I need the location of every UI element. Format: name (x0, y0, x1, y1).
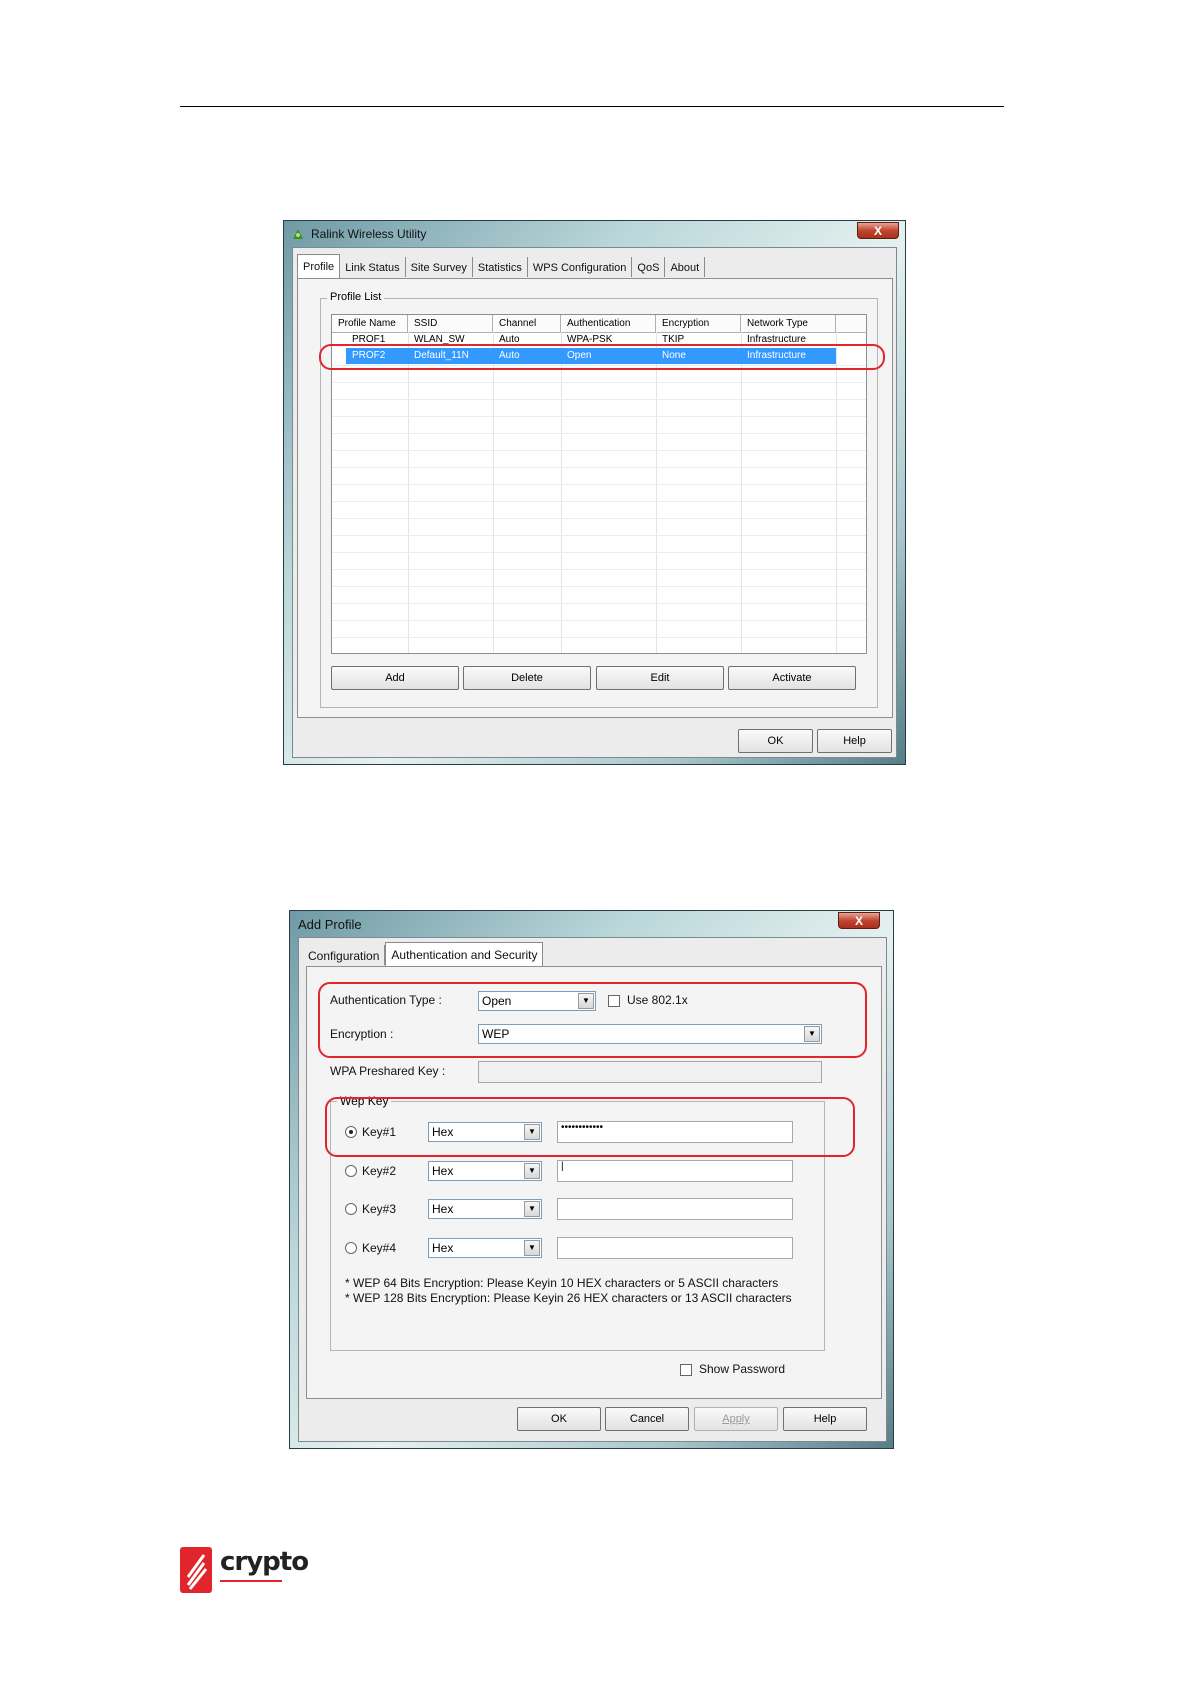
activate-button[interactable]: Activate (728, 666, 856, 690)
key4-format-value: Hex (432, 1241, 454, 1255)
key3-label: Key#3 (362, 1202, 397, 1216)
add-profile-cancel-button[interactable]: Cancel (605, 1407, 689, 1431)
wireless-app-icon (293, 229, 303, 239)
highlight-selected-profile (319, 344, 885, 370)
table-grid-line (408, 332, 409, 653)
utility-close-button[interactable]: X (857, 222, 899, 239)
utility-title: Ralink Wireless Utility (311, 227, 427, 241)
utility-help-button[interactable]: Help (817, 729, 892, 753)
wpa-preshared-key-input[interactable] (478, 1061, 822, 1083)
profile-list-label: Profile List (327, 291, 385, 303)
column-header-channel[interactable]: Channel (493, 315, 561, 332)
show-password-checkbox[interactable] (680, 1364, 692, 1376)
delete-button[interactable]: Delete (463, 666, 591, 690)
add-button[interactable]: Add (331, 666, 459, 690)
key4-input[interactable] (557, 1237, 793, 1259)
tab-about[interactable]: About (665, 257, 706, 277)
key3-input[interactable] (557, 1198, 793, 1220)
key4-label: Key#4 (362, 1241, 397, 1255)
ralink-utility-window: Ralink Wireless Utility X Profile Link S… (283, 220, 906, 765)
tab-site-survey[interactable]: Site Survey (406, 257, 473, 277)
utility-client: Profile Link Status Site Survey Statisti… (292, 247, 897, 758)
add-profile-tabs: Configuration Authentication and Securit… (303, 942, 544, 967)
key2-format-select[interactable]: Hex ▼ (428, 1161, 542, 1181)
key3-format-value: Hex (432, 1202, 454, 1216)
column-header-network-type[interactable]: Network Type (741, 315, 836, 332)
tab-authentication-security[interactable]: Authentication and Security (385, 942, 544, 967)
table-grid-line (332, 620, 866, 621)
key2-label: Key#2 (362, 1164, 397, 1178)
profile-table-header: Profile Name SSID Channel Authentication… (332, 315, 866, 333)
add-profile-titlebar: Add Profile X (290, 911, 893, 939)
tab-qos[interactable]: QoS (632, 257, 666, 277)
table-grid-line (561, 332, 562, 653)
table-grid-line (332, 569, 866, 570)
chevron-down-icon: ▼ (524, 1163, 540, 1179)
table-grid-line (836, 332, 837, 653)
add-profile-help-button[interactable]: Help (783, 1407, 867, 1431)
key3-format-select[interactable]: Hex ▼ (428, 1199, 542, 1219)
logo-underline (220, 1580, 282, 1582)
add-profile-ok-button[interactable]: OK (517, 1407, 601, 1431)
wep-64-note: * WEP 64 Bits Encryption: Please Keyin 1… (345, 1276, 779, 1290)
table-grid-line (493, 332, 494, 653)
chevron-down-icon: ▼ (524, 1201, 540, 1217)
tab-configuration[interactable]: Configuration (303, 945, 386, 965)
utility-titlebar: Ralink Wireless Utility X (284, 221, 905, 249)
tab-profile[interactable]: Profile (297, 254, 341, 279)
table-grid-line (656, 332, 657, 653)
table-grid-line (741, 332, 742, 653)
table-grid-line (332, 382, 866, 383)
key2-format-value: Hex (432, 1164, 454, 1178)
table-grid-line (332, 535, 866, 536)
table-grid-line (332, 518, 866, 519)
header-rule (180, 106, 1004, 107)
table-grid-line (332, 552, 866, 553)
tab-statistics[interactable]: Statistics (473, 257, 528, 277)
table-grid-line (332, 637, 866, 638)
key2-radio[interactable] (345, 1165, 357, 1177)
column-header-encryption[interactable]: Encryption (656, 315, 741, 332)
tab-wps-configuration[interactable]: WPS Configuration (528, 257, 633, 277)
table-grid-line (332, 399, 866, 400)
add-profile-apply-button[interactable]: Apply (694, 1407, 778, 1431)
table-grid-line (332, 603, 866, 604)
table-grid-line (332, 484, 866, 485)
edit-button[interactable]: Edit (596, 666, 724, 690)
wep-128-note: * WEP 128 Bits Encryption: Please Keyin … (345, 1291, 792, 1305)
highlight-auth-encryption (318, 982, 867, 1058)
add-profile-title: Add Profile (298, 917, 362, 932)
table-grid-line (332, 467, 866, 468)
crypto-logo-icon (180, 1547, 212, 1593)
column-header-profile-name[interactable]: Profile Name (332, 315, 408, 332)
show-password-label: Show Password (699, 1362, 786, 1376)
key4-format-select[interactable]: Hex ▼ (428, 1238, 542, 1258)
column-header-authentication[interactable]: Authentication (561, 315, 656, 332)
chevron-down-icon: ▼ (524, 1240, 540, 1256)
table-grid-line (332, 586, 866, 587)
utility-tabs: Profile Link Status Site Survey Statisti… (297, 254, 706, 279)
highlight-wep-key1 (325, 1097, 855, 1157)
key2-input[interactable]: | (557, 1160, 793, 1182)
tab-link-status[interactable]: Link Status (340, 257, 406, 277)
table-grid-line (332, 450, 866, 451)
table-grid-line (332, 433, 866, 434)
key4-radio[interactable] (345, 1242, 357, 1254)
key3-radio[interactable] (345, 1203, 357, 1215)
wpa-preshared-key-label: WPA Preshared Key : (330, 1064, 446, 1078)
table-grid-line (332, 416, 866, 417)
column-header-ssid[interactable]: SSID (408, 315, 493, 332)
crypto-logo-text: crypto (220, 1547, 309, 1577)
table-grid-line (332, 501, 866, 502)
add-profile-close-button[interactable]: X (838, 912, 880, 929)
utility-ok-button[interactable]: OK (738, 729, 813, 753)
